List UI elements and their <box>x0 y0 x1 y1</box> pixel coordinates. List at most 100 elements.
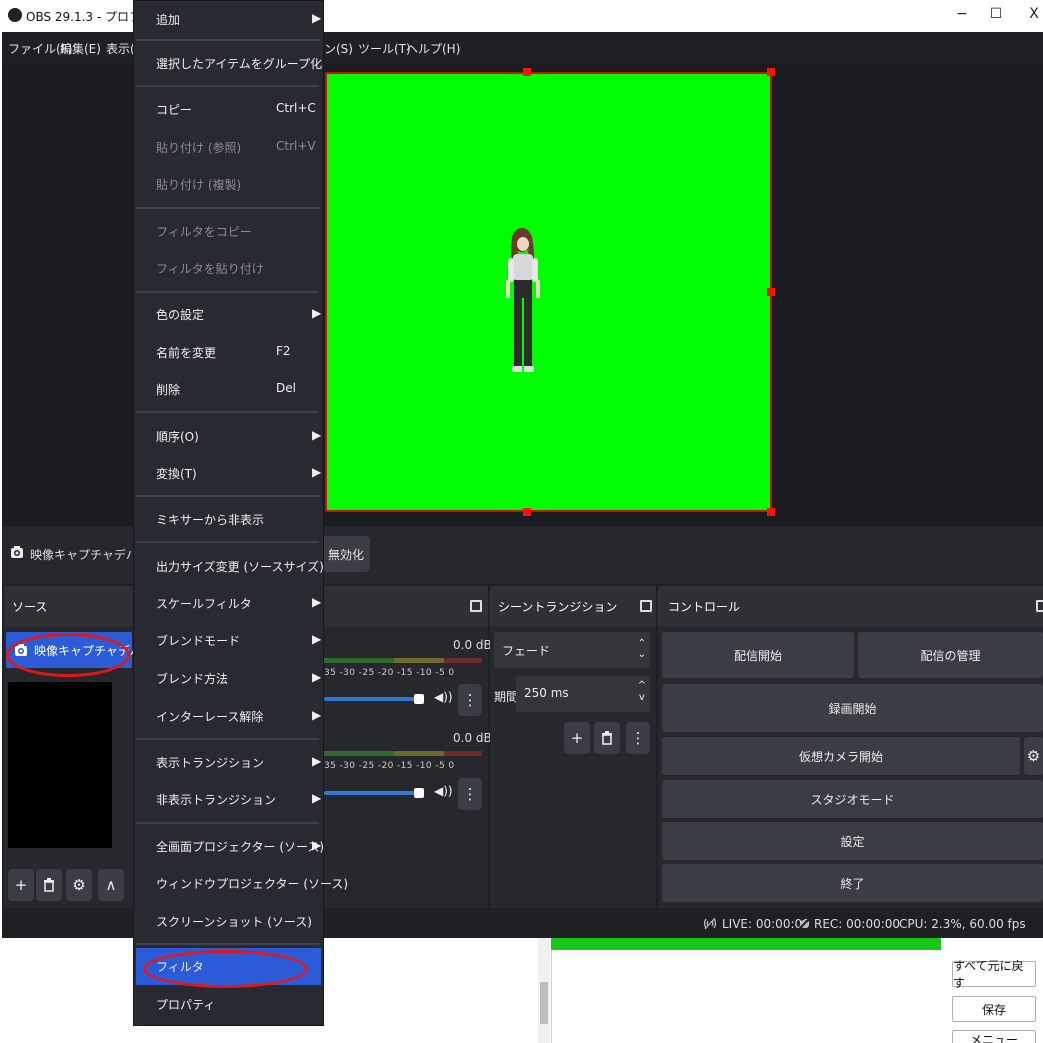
chevron-right-icon: ▶ <box>312 708 322 722</box>
menu-button[interactable]: メニュー <box>952 1030 1036 1043</box>
maximize-button[interactable]: ☐ <box>984 6 1008 22</box>
resize-handle-bottom[interactable] <box>523 508 531 516</box>
remove-source-button[interactable] <box>36 869 62 901</box>
track2-meter <box>324 751 484 761</box>
spin-arrows-icon[interactable]: ^ v <box>638 680 646 704</box>
manage-broadcast-button[interactable]: 配信の管理 <box>858 632 1043 678</box>
track1-more-button[interactable]: ⋮ <box>458 684 482 716</box>
revert-all-button[interactable]: すべて元に戻す <box>952 959 1036 990</box>
preview-canvas[interactable] <box>325 72 772 512</box>
menu-item-fullscreen-projector[interactable]: 全画面プロジェクター (ソース) ▶ <box>134 828 324 865</box>
menu-separator <box>136 541 319 543</box>
source-thumbnail <box>8 682 112 848</box>
move-source-up-button[interactable]: ∧ <box>98 869 124 901</box>
popout-icon[interactable] <box>470 600 482 612</box>
menu-item-add[interactable]: 追加 ▶ <box>134 1 323 38</box>
add-transition-button[interactable]: + <box>564 722 590 754</box>
menu-item-screenshot[interactable]: スクリーンショット (ソース) <box>134 903 323 940</box>
sources-dock-header: ソース <box>4 586 134 626</box>
menu-item-paste-reference: 貼り付け (参照) Ctrl+V <box>156 139 316 155</box>
menu-separator <box>136 207 319 209</box>
menu-separator <box>136 738 319 740</box>
transitions-dock-title: シーントランジション <box>498 600 618 614</box>
chevron-right-icon: ▶ <box>312 791 322 805</box>
menu-item-delete[interactable]: 削除 Del <box>134 371 323 408</box>
live-signal-icon <box>703 917 717 930</box>
menu-item-properties[interactable]: プロパティ <box>134 986 323 1023</box>
chevron-right-icon: ▶ <box>312 632 322 646</box>
annotation-circle-source <box>6 633 130 677</box>
chevron-right-icon: ▶ <box>312 838 322 852</box>
remove-transition-button[interactable] <box>594 722 620 754</box>
trash-icon <box>602 731 612 745</box>
track2-more-button[interactable]: ⋮ <box>458 778 482 810</box>
menu-item-order[interactable]: 順序(O) ▶ <box>134 418 323 455</box>
add-source-button[interactable]: + <box>8 869 34 901</box>
background-preview-panel <box>551 938 943 1043</box>
duration-spinbox[interactable]: 250 ms ^ v <box>516 676 650 712</box>
exit-button[interactable]: 終了 <box>662 864 1043 902</box>
source-properties-button[interactable]: ⚙ <box>66 869 92 901</box>
menu-item-scale-filter[interactable]: スケールフィルタ ▶ <box>134 585 323 622</box>
controls-dock-title: コントロール <box>668 600 741 614</box>
menu-help[interactable]: ヘルプ(H) <box>406 40 460 57</box>
resize-handle-top[interactable] <box>523 68 531 76</box>
transition-select[interactable]: フェード ⌃ ⌄ <box>494 632 650 668</box>
menu-item-transform[interactable]: 変換(T) ▶ <box>134 455 323 492</box>
close-button[interactable]: X <box>1022 6 1043 22</box>
avatar-character <box>506 228 540 372</box>
background-scrollbar-thumb[interactable] <box>540 982 548 1024</box>
track1-volume-knob[interactable] <box>414 694 424 704</box>
start-virtual-camera-button[interactable]: 仮想カメラ開始 <box>662 737 1020 775</box>
chevron-right-icon: ▶ <box>312 670 322 684</box>
virtual-camera-settings-button[interactable]: ⚙ <box>1024 737 1043 775</box>
start-streaming-button[interactable]: 配信開始 <box>662 632 854 678</box>
menu-separator <box>136 943 319 945</box>
track2-volume-knob[interactable] <box>414 788 424 798</box>
menu-item-group-selected[interactable]: 選択したアイテムをグループ化 <box>134 45 323 82</box>
rec-status: REC: 00:00:00 <box>814 917 901 931</box>
disable-button[interactable]: 無効化 <box>322 536 370 572</box>
chevron-right-icon: ▶ <box>312 428 322 442</box>
controls-dock-header: コントロール <box>658 586 1043 626</box>
track2-volume-slider[interactable] <box>324 791 424 795</box>
start-recording-button[interactable]: 録画開始 <box>662 684 1043 732</box>
minimize-button[interactable]: − <box>950 6 974 22</box>
popout-icon[interactable] <box>640 600 652 612</box>
menu-separator <box>136 411 319 413</box>
menu-item-blend-method[interactable]: ブレンド方法 ▶ <box>134 660 323 697</box>
track1-volume-slider[interactable] <box>324 697 424 701</box>
menu-item-show-transition[interactable]: 表示トランジション ▶ <box>134 744 323 781</box>
track1-meter <box>324 658 484 668</box>
menu-item-color[interactable]: 色の設定 ▶ <box>134 296 323 333</box>
menu-item-hide-transition[interactable]: 非表示トランジション ▶ <box>134 781 323 818</box>
duration-value: 250 ms <box>524 686 569 700</box>
popout-icon[interactable] <box>1036 600 1043 612</box>
menu-separator <box>136 85 319 87</box>
resize-handle-top-right[interactable] <box>767 68 775 76</box>
menu-tools[interactable]: ツール(T) <box>358 40 411 57</box>
menu-item-copy[interactable]: コピー Ctrl+C <box>134 91 323 128</box>
speaker-icon[interactable]: ◀)) <box>434 784 453 798</box>
menu-item-paste-filters: フィルタを貼り付け <box>156 262 264 276</box>
menu-item-window-projector[interactable]: ウィンドウプロジェクター (ソース) <box>134 865 348 902</box>
menu-item-blend-mode[interactable]: ブレンドモード ▶ <box>134 622 323 659</box>
chevron-right-icon: ▶ <box>312 465 322 479</box>
rec-icon <box>798 918 810 930</box>
save-button[interactable]: 保存 <box>952 996 1036 1022</box>
studio-mode-button[interactable]: スタジオモード <box>662 780 1043 818</box>
menu-edit[interactable]: 編集(E) <box>60 40 101 57</box>
resize-handle-right[interactable] <box>767 288 775 296</box>
transition-more-button[interactable]: ⋮ <box>626 722 650 754</box>
menu-item-resize-output[interactable]: 出力サイズ変更 (ソースサイズ) <box>134 548 324 585</box>
menu-item-hide-from-mixer[interactable]: ミキサーから非表示 <box>134 501 323 538</box>
speaker-icon[interactable]: ◀)) <box>434 690 453 704</box>
menu-item-copy-filters: フィルタをコピー <box>156 225 252 239</box>
track1-db: 0.0 dB <box>453 638 492 652</box>
chevron-updown-icon: ⌃ ⌄ <box>637 638 646 660</box>
context-menu: 追加 ▶ 選択したアイテムをグループ化 コピー Ctrl+C 貼り付け (参照) Ct… <box>133 0 348 1026</box>
resize-handle-bottom-right[interactable] <box>767 508 775 516</box>
menu-item-deinterlace[interactable]: インターレース解除 ▶ <box>134 698 323 735</box>
settings-button[interactable]: 設定 <box>662 822 1043 860</box>
menu-item-rename[interactable]: 名前を変更 F2 <box>134 334 323 371</box>
